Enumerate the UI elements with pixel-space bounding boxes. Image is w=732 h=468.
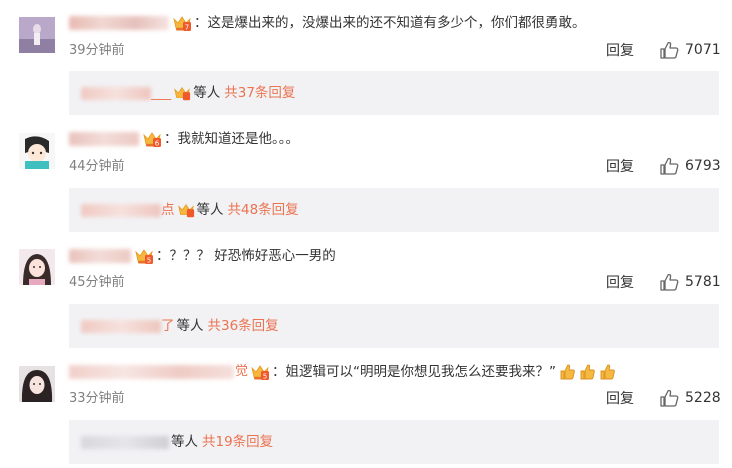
avatar[interactable] <box>19 249 55 285</box>
username-redacted[interactable] <box>69 365 234 379</box>
comment-text: 我就知道还是他。。。 <box>177 131 300 147</box>
thumbs-up-emoji-icon <box>560 364 575 380</box>
username-redacted[interactable] <box>69 249 131 263</box>
separator: ： <box>156 248 170 264</box>
reply-username-tail[interactable]: 了 <box>161 317 175 335</box>
like-count: 6793 <box>685 158 721 174</box>
like-button[interactable]: 5781 <box>659 273 721 291</box>
avatar[interactable] <box>19 366 55 402</box>
thumbs-up-icon <box>660 41 679 59</box>
timestamp: 39分钟前 <box>69 43 125 58</box>
view-all-replies-link[interactable]: 共36条回复 <box>208 317 279 335</box>
view-all-replies-link[interactable]: 共19条回复 <box>202 433 273 451</box>
reply-button[interactable]: 回复 <box>606 390 634 408</box>
svg-text:5: 5 <box>263 373 267 381</box>
comment-text: 姐逻辑可以“明明是你想见我怎么还要我来？” <box>285 364 557 380</box>
thumbs-up-emoji-icon <box>580 364 595 380</box>
separator: ： <box>164 131 178 147</box>
reply-username-tail[interactable]: ___ <box>151 84 171 102</box>
timestamp: 44分钟前 <box>69 159 125 174</box>
vip-crown-icon <box>177 203 194 218</box>
thumbs-up-icon <box>660 273 679 291</box>
reply-thread[interactable]: 了 等人 共36条回复 <box>69 304 719 348</box>
like-count: 7071 <box>685 42 721 58</box>
separator: ： <box>194 15 208 31</box>
vip-crown-icon: 5 <box>135 249 153 265</box>
reply-others-label: 等人 <box>176 318 204 334</box>
reply-username-tail[interactable]: 点 <box>161 201 175 219</box>
username-tail[interactable]: 觉 <box>235 362 248 382</box>
reply-thread[interactable]: ___ 等人 共37条回复 <box>69 71 719 115</box>
vip-crown-icon: 5 <box>251 365 270 381</box>
username-redacted[interactable] <box>69 132 139 146</box>
vip-crown-icon: 7 <box>173 16 191 32</box>
like-button[interactable]: 6793 <box>659 157 721 175</box>
reply-others-label: 等人 <box>196 202 224 218</box>
reply-username-redacted[interactable] <box>81 86 151 100</box>
timestamp: 45分钟前 <box>69 275 125 290</box>
view-all-replies-link[interactable]: 共37条回复 <box>224 84 295 102</box>
username-redacted[interactable] <box>69 16 169 30</box>
like-count: 5781 <box>685 274 721 290</box>
like-count: 5228 <box>685 390 721 406</box>
reply-button[interactable]: 回复 <box>606 158 634 176</box>
reply-button[interactable]: 回复 <box>606 274 634 292</box>
thumbs-up-icon <box>660 389 679 407</box>
like-button[interactable]: 5228 <box>659 389 721 407</box>
avatar[interactable] <box>19 17 55 53</box>
thumbs-up-icon <box>660 157 679 175</box>
reply-others-label: 等人 <box>193 85 221 101</box>
reply-username-redacted[interactable] <box>81 435 169 449</box>
reply-username-redacted[interactable] <box>81 319 161 333</box>
svg-text:5: 5 <box>147 257 151 265</box>
view-all-replies-link[interactable]: 共48条回复 <box>228 201 299 219</box>
timestamp: 33分钟前 <box>69 391 125 406</box>
separator: ： <box>272 364 286 380</box>
reply-others-label: 等人 <box>171 434 198 450</box>
reply-thread[interactable]: 等人 共19条回复 <box>69 420 719 464</box>
svg-text:6: 6 <box>155 140 160 148</box>
vip-crown-icon: 6 <box>143 132 161 148</box>
like-button[interactable]: 7071 <box>659 41 721 59</box>
comment-text: 这是爆出来的，没爆出来的还不知道有多少个，你们都很勇敢。 <box>207 15 586 31</box>
reply-button[interactable]: 回复 <box>606 42 634 60</box>
reply-thread[interactable]: 点 等人 共48条回复 <box>69 188 719 232</box>
vip-crown-icon <box>174 86 191 101</box>
comment-text: ？？？ 好恐怖好恶心一男的 <box>169 248 336 264</box>
svg-text:7: 7 <box>185 24 189 32</box>
reply-username-redacted[interactable] <box>81 203 161 217</box>
avatar[interactable] <box>19 133 55 169</box>
thumbs-up-emoji-icon <box>600 364 615 380</box>
